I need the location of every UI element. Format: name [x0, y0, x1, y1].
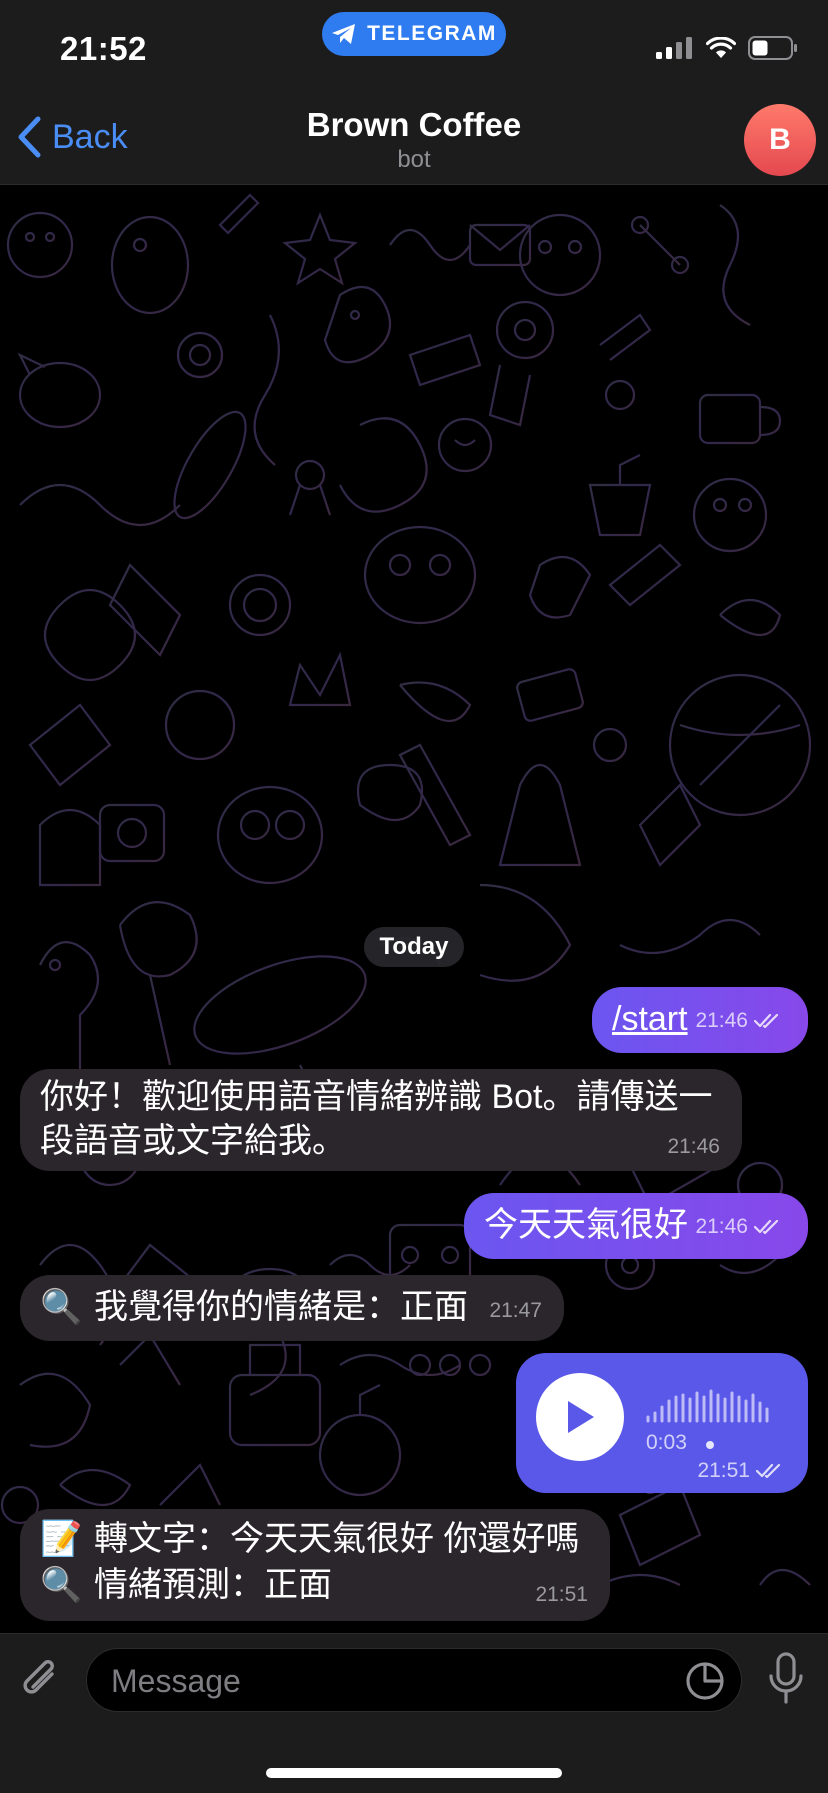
message-text: 我覺得你的情緒是：正面 [94, 1288, 468, 1326]
message-meta: 21:46 [667, 1135, 720, 1159]
double-check-icon [754, 1219, 779, 1235]
message-meta: 21:51 [535, 1583, 588, 1607]
play-icon [568, 1401, 594, 1433]
message-time: 21:46 [695, 1215, 748, 1238]
chat-header: Back Brown Coffee bot B [0, 96, 828, 185]
chat-subtitle: bot [397, 146, 431, 173]
message-placeholder: Message [111, 1663, 241, 1699]
message-time: 21:51 [535, 1583, 588, 1606]
date-separator: Today [364, 927, 464, 967]
incoming-message[interactable]: 📝 轉文字：今天天氣很好 你還好嗎 🔍 情緒預測：正面 21:51 [20, 1509, 610, 1621]
chat-area[interactable]: Today /start 21:46 你好！歡迎使用語音情緒辨識 Bot。請傳送… [0, 185, 828, 1633]
avatar[interactable]: B [744, 104, 816, 176]
play-button[interactable] [536, 1373, 624, 1461]
outgoing-message[interactable]: /start 21:46 [592, 987, 808, 1053]
double-check-icon [756, 1463, 781, 1479]
incoming-message[interactable]: 你好！歡迎使用語音情緒辨識 Bot。請傳送一 段語音或文字給我。 21:46 [20, 1069, 742, 1171]
voice-waveform [646, 1389, 769, 1423]
message-line: 你好！歡迎使用語音情緒辨識 Bot。請傳送一 [40, 1078, 713, 1116]
message-meta: 21:51 [697, 1459, 786, 1483]
memo-icon: 📝 [40, 1520, 83, 1558]
message-text: 今天天氣很好 [484, 1206, 688, 1244]
message-time: 21:47 [489, 1299, 542, 1322]
home-indicator [266, 1768, 562, 1778]
message-meta: 21:46 [695, 1215, 784, 1239]
magnifier-icon: 🔍 [40, 1288, 83, 1326]
message-line: 轉文字：今天天氣很好 你還好嗎 [94, 1520, 580, 1558]
microphone-icon[interactable] [766, 1652, 806, 1706]
avatar-letter: B [769, 123, 791, 156]
incoming-message[interactable]: 🔍 我覺得你的情緒是：正面 21:47 [20, 1275, 564, 1341]
telegram-banner[interactable]: TELEGRAM [322, 12, 506, 56]
double-check-icon [754, 1013, 779, 1029]
telegram-icon [332, 24, 356, 44]
message-time: 21:46 [695, 1009, 748, 1032]
message-meta: 21:46 [695, 1009, 784, 1033]
magnifier-icon: 🔍 [40, 1566, 83, 1604]
message-line: 段語音或文字給我。 [40, 1122, 346, 1160]
voice-duration: 0:03 [646, 1431, 687, 1454]
cellular-signal-icon [656, 37, 692, 59]
battery-icon [748, 36, 797, 60]
status-bar: 21:52 TELEGRAM [0, 0, 828, 96]
unplayed-dot [706, 1441, 714, 1449]
telegram-banner-label: TELEGRAM [367, 22, 497, 45]
wifi-icon [706, 37, 736, 58]
message-composer: Message [0, 1633, 828, 1793]
bot-command-link[interactable]: /start [612, 997, 688, 1041]
message-time: 21:46 [667, 1135, 720, 1158]
paperclip-icon[interactable] [18, 1656, 66, 1704]
message-line: 情緒預測：正面 [94, 1566, 332, 1604]
sticker-icon[interactable] [685, 1661, 725, 1701]
status-icons [656, 36, 798, 60]
outgoing-voice-message[interactable]: 0:03 21:51 [516, 1353, 808, 1493]
message-input[interactable]: Message [86, 1648, 742, 1712]
status-time: 21:52 [60, 30, 147, 67]
outgoing-message[interactable]: 今天天氣很好 21:46 [464, 1193, 808, 1259]
message-time: 21:51 [697, 1459, 750, 1482]
message-meta: 21:47 [489, 1299, 542, 1323]
chat-title[interactable]: Brown Coffee [0, 106, 828, 144]
